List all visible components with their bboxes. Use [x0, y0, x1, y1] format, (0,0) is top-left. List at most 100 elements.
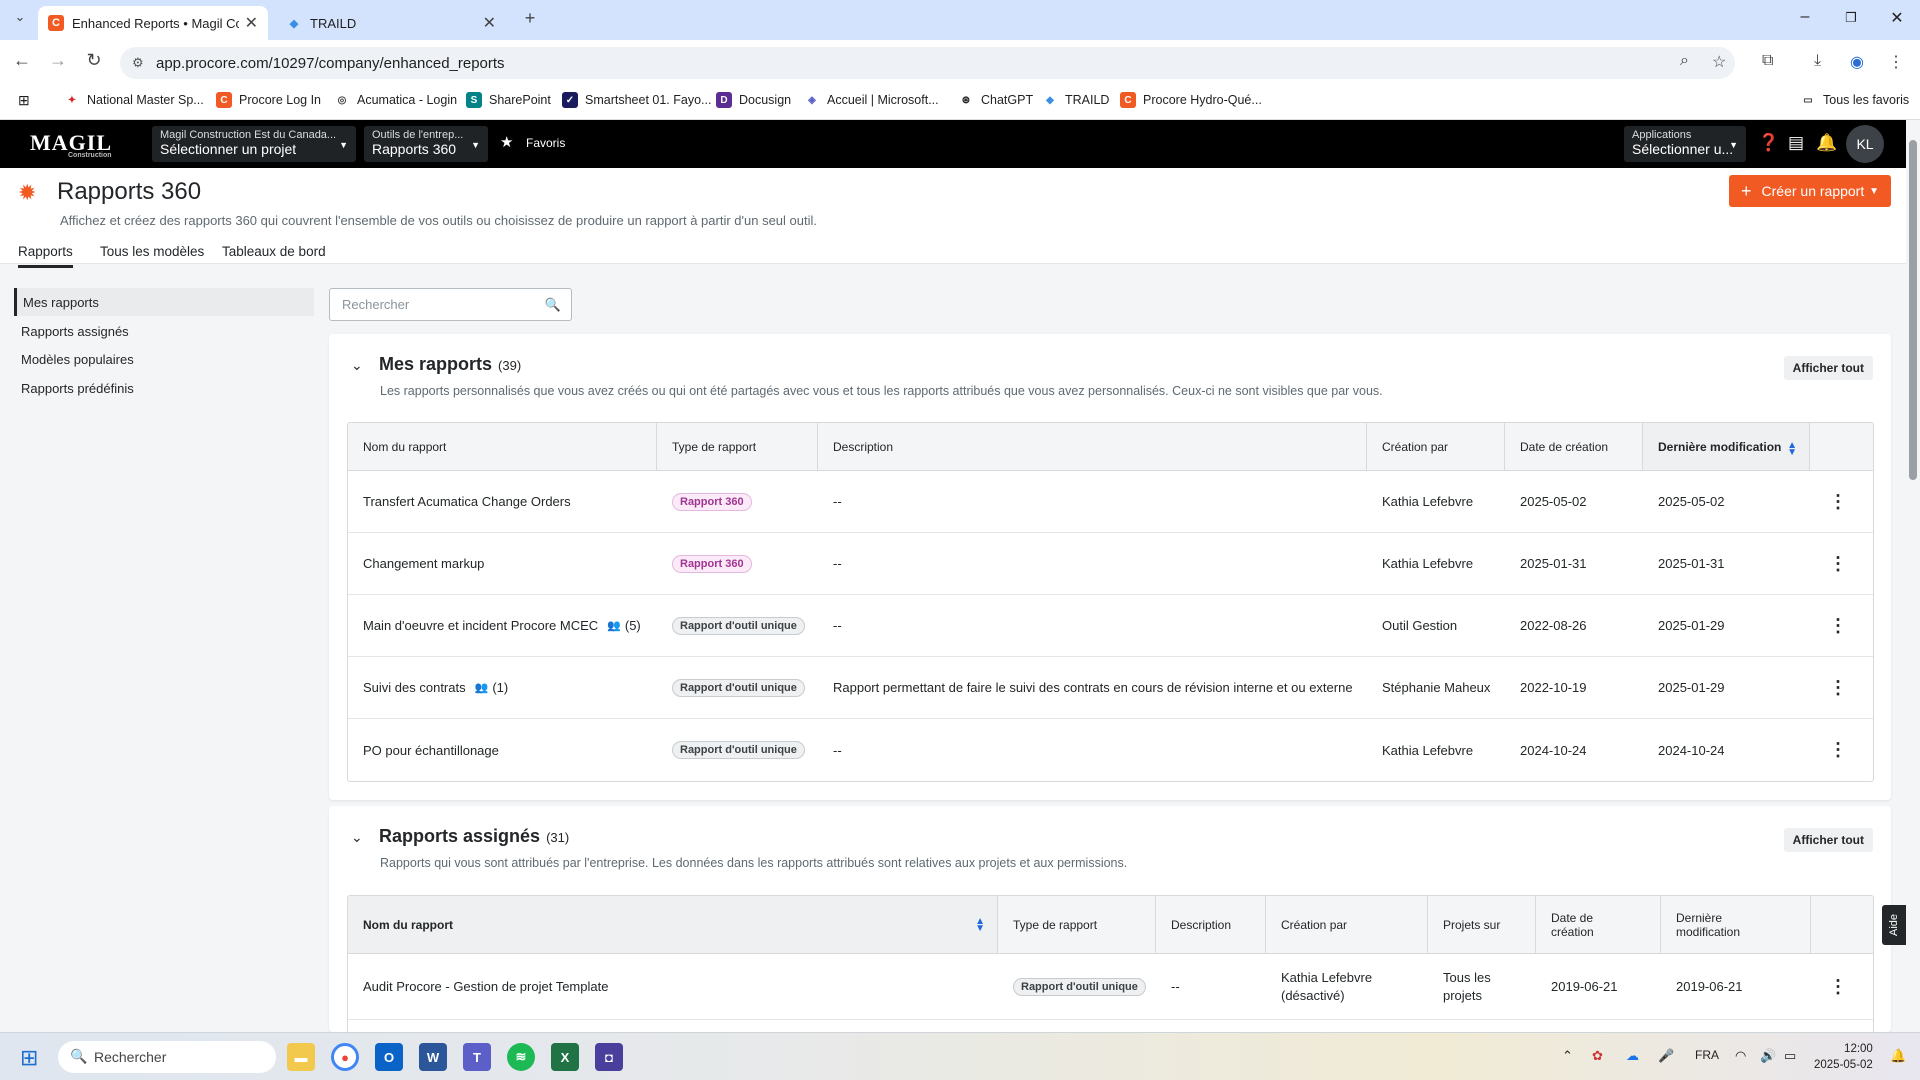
chat-icon[interactable]: ▤ — [1788, 133, 1804, 153]
apps-selector[interactable]: Applications Sélectionner u... ▼ — [1624, 126, 1746, 162]
report-name[interactable]: Suivi des contrats — [363, 680, 466, 695]
page-scrollbar[interactable] — [1906, 120, 1920, 1032]
notification-icon[interactable]: 🔔 — [1890, 1048, 1906, 1064]
sidebar-item-mes-rapports[interactable]: Mes rapports — [14, 288, 314, 316]
table-row[interactable]: PO pour échantillonage Rapport d'outil u… — [348, 719, 1873, 781]
clock[interactable]: 12:00 2025-05-02 — [1814, 1041, 1873, 1073]
bookmark-item[interactable]: ◎ Acumatica - Login — [334, 92, 457, 108]
more-actions-icon[interactable]: ⋮ — [1829, 740, 1847, 761]
column-header[interactable]: Création par — [1266, 896, 1428, 953]
create-report-button[interactable]: + Créer un rapport ▼ — [1729, 175, 1891, 207]
bookmark-item[interactable]: C Procore Hydro-Qué... — [1120, 92, 1262, 108]
search-icon[interactable]: 🔍 — [545, 297, 561, 313]
column-header[interactable]: Date de création — [1505, 423, 1643, 470]
column-header[interactable]: Description — [1156, 896, 1266, 953]
language-indicator[interactable]: FRA — [1695, 1048, 1719, 1062]
tab-rapports[interactable]: Rapports — [18, 244, 73, 268]
browser-menu-icon[interactable]: ⋮ — [1888, 52, 1904, 72]
tool-selector[interactable]: Outils de l'entrep... Rapports 360 ▼ — [364, 126, 488, 162]
restore-icon[interactable]: ❐ — [1836, 10, 1866, 26]
scrollbar-thumb[interactable] — [1909, 140, 1917, 480]
more-actions-icon[interactable]: ⋮ — [1829, 615, 1847, 636]
microphone-icon[interactable]: 🎤 — [1658, 1048, 1674, 1064]
table-row[interactable]: Main d'oeuvre et incident Procore MCEC 👥(… — [348, 595, 1873, 657]
table-row[interactable]: Transfert Acumatica Change Orders Rappor… — [348, 471, 1873, 533]
report-name[interactable]: PO pour échantillonage — [348, 719, 499, 781]
teams-icon[interactable]: T — [463, 1043, 491, 1071]
bookmark-star-icon[interactable]: ☆ — [1712, 52, 1726, 72]
close-tab-icon[interactable]: ✕ — [245, 13, 258, 33]
forward-icon[interactable]: → — [46, 50, 70, 71]
browser-tab-active[interactable]: C Enhanced Reports • Magil Cons ✕ — [38, 6, 268, 40]
column-header[interactable]: Date de création — [1536, 896, 1661, 953]
tab-tableaux-de-bord[interactable]: Tableaux de bord — [222, 244, 326, 259]
battery-icon[interactable]: ▭ — [1784, 1048, 1796, 1064]
report-name[interactable]: Main d'oeuvre et incident Procore MCEC — [363, 618, 598, 633]
search-input[interactable]: Rechercher 🔍 — [329, 288, 572, 321]
close-window-icon[interactable]: ✕ — [1882, 8, 1912, 28]
onedrive-icon[interactable]: ☁ — [1626, 1048, 1639, 1064]
site-info-icon[interactable]: ⚙ — [132, 55, 144, 71]
report-name[interactable]: Transfert Acumatica Change Orders — [348, 471, 571, 532]
sidebar-item-rapports-predefinis[interactable]: Rapports prédéfinis — [14, 374, 314, 402]
column-header[interactable]: Type de rapport — [998, 896, 1156, 953]
favorites-link[interactable]: Favoris — [526, 136, 565, 150]
excel-icon[interactable]: X — [551, 1043, 579, 1071]
apps-grid-icon[interactable]: ⊞ — [18, 92, 30, 109]
windows-start-icon[interactable]: ⊞ — [20, 1045, 38, 1071]
url-field[interactable]: ⚙ app.procore.com/10297/company/enhanced… — [120, 47, 1735, 79]
reload-icon[interactable]: ↻ — [82, 50, 106, 71]
table-row[interactable]: Audit Procore - Gestion de projet Templa… — [348, 954, 1873, 1020]
collapse-chevron-icon[interactable]: ⌄ — [351, 357, 363, 374]
collapse-chevron-icon[interactable]: ⌄ — [351, 829, 363, 846]
bookmark-item[interactable]: C Procore Log In — [216, 92, 321, 108]
download-icon[interactable]: ⤓ — [1814, 52, 1821, 70]
avatar[interactable]: KL — [1846, 125, 1884, 163]
column-header[interactable]: Création par — [1367, 423, 1505, 470]
app-icon[interactable]: ◘ — [595, 1043, 623, 1071]
chrome-icon[interactable]: ● — [331, 1043, 359, 1071]
taskbar-search[interactable]: 🔍 Rechercher — [58, 1041, 276, 1073]
more-actions-icon[interactable]: ⋮ — [1829, 553, 1847, 574]
column-header-sorted[interactable]: Nom du rapport ▲ ▼ — [348, 896, 998, 953]
outlook-icon[interactable]: O — [375, 1043, 403, 1071]
favorites-star-icon[interactable]: ★ — [500, 133, 513, 151]
report-name-cell[interactable]: Suivi des contrats 👥 (1) — [348, 657, 508, 718]
bookmark-item[interactable]: S SharePoint — [466, 92, 551, 108]
sidebar-item-modeles-populaires[interactable]: Modèles populaires — [14, 345, 314, 373]
zoom-icon[interactable]: ⌕ — [1680, 52, 1689, 70]
tray-chevron-icon[interactable]: ⌃ — [1562, 1048, 1573, 1064]
all-bookmarks[interactable]: ▭ Tous les favoris — [1800, 92, 1909, 108]
bookmark-item[interactable]: ⊛ ChatGPT — [958, 92, 1033, 108]
browser-tab[interactable]: ◆ TRAILD ✕ — [276, 6, 506, 40]
volume-icon[interactable]: 🔊 — [1760, 1048, 1776, 1064]
company-logo[interactable]: MAGIL Construction — [30, 130, 112, 159]
bookmark-item[interactable]: ✦ National Master Sp... — [64, 92, 204, 108]
column-header[interactable]: Projets sur — [1428, 896, 1536, 953]
sidebar-item-rapports-assignes[interactable]: Rapports assignés — [14, 317, 314, 345]
show-all-button[interactable]: Afficher tout — [1783, 356, 1873, 380]
column-header[interactable]: Description — [818, 423, 1367, 470]
help-tab[interactable]: Aide — [1882, 905, 1906, 945]
wifi-icon[interactable]: ◠ — [1735, 1048, 1746, 1064]
tab-search-icon[interactable]: ⌄ — [8, 9, 32, 25]
more-actions-icon[interactable]: ⋮ — [1829, 491, 1847, 512]
report-name[interactable]: Changement markup — [348, 533, 484, 594]
profile-icon[interactable]: ◉ — [1850, 52, 1864, 72]
tray-app-icon[interactable]: ✿ — [1592, 1048, 1603, 1064]
table-row[interactable]: Changement markup Rapport 360 -- Kathia … — [348, 533, 1873, 595]
column-header[interactable]: Nom du rapport — [348, 423, 657, 470]
show-all-button[interactable]: Afficher tout — [1783, 828, 1873, 852]
close-tab-icon[interactable]: ✕ — [483, 13, 496, 33]
bookmark-item[interactable]: D Docusign — [716, 92, 791, 108]
tab-tous-les-modeles[interactable]: Tous les modèles — [100, 244, 204, 259]
column-header[interactable]: Type de rapport — [657, 423, 818, 470]
bookmark-item[interactable]: ◈ Accueil | Microsoft... — [804, 92, 938, 108]
project-selector[interactable]: Magil Construction Est du Canada... Séle… — [152, 126, 356, 162]
help-icon[interactable]: ❓ — [1758, 133, 1779, 153]
bookmark-item[interactable]: ◆ TRAILD — [1042, 92, 1109, 108]
extensions-icon[interactable]: ⧉ — [1762, 52, 1773, 70]
new-tab-icon[interactable]: + — [518, 8, 542, 29]
more-actions-icon[interactable]: ⋮ — [1829, 976, 1847, 997]
report-name-cell[interactable]: Main d'oeuvre et incident Procore MCEC 👥(… — [348, 595, 641, 656]
